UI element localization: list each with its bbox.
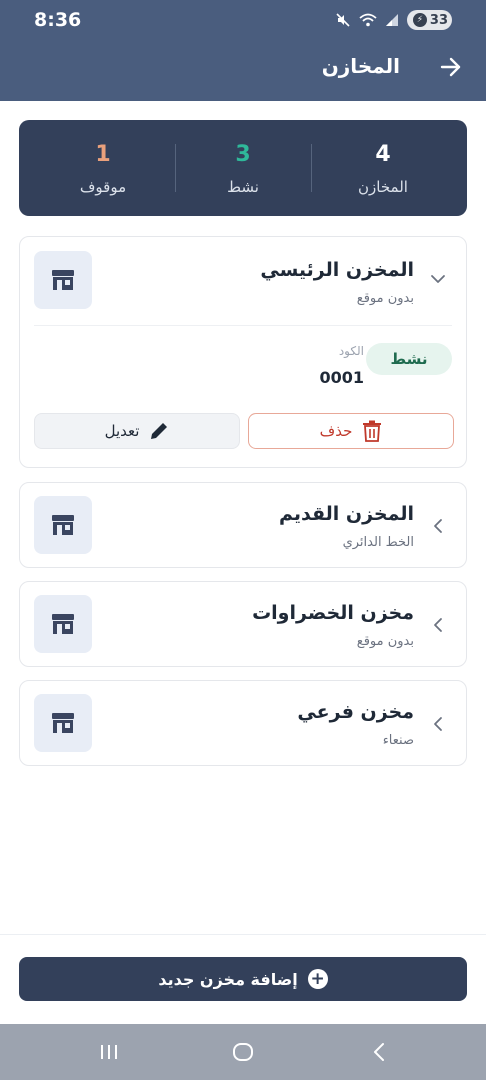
chevron-left-icon[interactable]	[430, 518, 446, 534]
chevron-left-icon[interactable]	[430, 716, 446, 732]
status-bar: 8:36 ⚡ 33	[0, 0, 486, 40]
stat-divider	[175, 144, 176, 192]
warehouse-name: المخزن الرئيسي	[260, 259, 414, 281]
delete-label: حذف	[319, 422, 353, 440]
stat-total-label: المخازن	[358, 178, 408, 196]
store-icon	[34, 595, 92, 653]
stat-stopped-value: 1	[95, 142, 111, 167]
stats-panel: 4 المخازن 3 نشط 1 موقوف	[19, 120, 467, 216]
status-icons: ⚡ 33	[335, 10, 452, 30]
stat-total-value: 4	[375, 142, 391, 167]
bottom-action-area: إضافة مخزن جديد +	[0, 934, 486, 1024]
warehouse-card[interactable]: مخزن الخضراوات بدون موقع	[19, 581, 467, 667]
arrow-right-icon	[440, 57, 461, 77]
charging-icon: ⚡	[412, 13, 427, 27]
warehouse-name: مخزن الخضراوات	[252, 602, 414, 624]
code-label: الكود	[338, 344, 364, 358]
app-header: 8:36 ⚡ 33 المخازن	[0, 0, 486, 101]
stat-active: 3 نشط	[173, 120, 313, 216]
recent-apps-icon	[101, 1045, 117, 1059]
store-icon	[34, 251, 92, 309]
battery-indicator: ⚡ 33	[406, 10, 452, 30]
warehouse-location: بدون موقع	[356, 634, 414, 649]
warehouse-name: مخزن فرعي	[297, 701, 414, 723]
warehouse-location: الخط الدائري	[342, 535, 414, 550]
nav-back-button[interactable]	[366, 1040, 392, 1064]
chevron-left-icon[interactable]	[430, 617, 446, 633]
mute-icon	[336, 13, 350, 27]
edit-label: تعديل	[104, 422, 140, 440]
edit-button[interactable]: تعديل	[34, 413, 240, 449]
battery-level: 33	[429, 12, 448, 28]
page-title: المخازن	[321, 54, 400, 78]
stat-total: 4 المخازن	[313, 120, 453, 216]
system-nav-bar	[0, 1024, 486, 1080]
card-divider	[34, 325, 452, 326]
add-warehouse-button[interactable]: إضافة مخزن جديد +	[19, 957, 467, 1001]
pencil-icon	[151, 423, 168, 439]
plus-icon: +	[307, 969, 328, 989]
store-icon	[34, 496, 92, 554]
code-value: 0001	[319, 368, 364, 387]
store-icon	[34, 694, 92, 752]
stat-active-value: 3	[235, 142, 251, 167]
warehouse-card[interactable]: مخزن فرعي صنعاء	[19, 680, 467, 766]
stat-stopped-label: موقوف	[79, 178, 127, 196]
status-time: 8:36	[34, 9, 82, 31]
home-icon	[233, 1043, 253, 1061]
wifi-icon	[359, 13, 377, 27]
home-button[interactable]	[230, 1040, 256, 1064]
delete-button[interactable]: حذف	[248, 413, 454, 449]
chevron-down-icon[interactable]	[430, 271, 446, 287]
back-button[interactable]	[436, 52, 466, 82]
stat-active-label: نشط	[227, 178, 259, 196]
warehouse-card[interactable]: المخزن القديم الخط الدائري	[19, 482, 467, 568]
status-badge: نشط	[366, 343, 452, 375]
trash-icon	[363, 420, 382, 442]
add-warehouse-label: إضافة مخزن جديد	[158, 969, 298, 989]
warehouse-card[interactable]: المخزن الرئيسي بدون موقع نشط الكود 0001 …	[19, 236, 467, 468]
warehouse-name: المخزن القديم	[278, 503, 414, 525]
signal-icon	[385, 14, 398, 26]
stat-stopped: 1 موقوف	[33, 120, 173, 216]
warehouse-location: بدون موقع	[356, 291, 414, 306]
warehouse-location: صنعاء	[382, 733, 414, 748]
back-chevron-icon	[374, 1043, 384, 1061]
recent-apps-button[interactable]	[96, 1040, 122, 1064]
